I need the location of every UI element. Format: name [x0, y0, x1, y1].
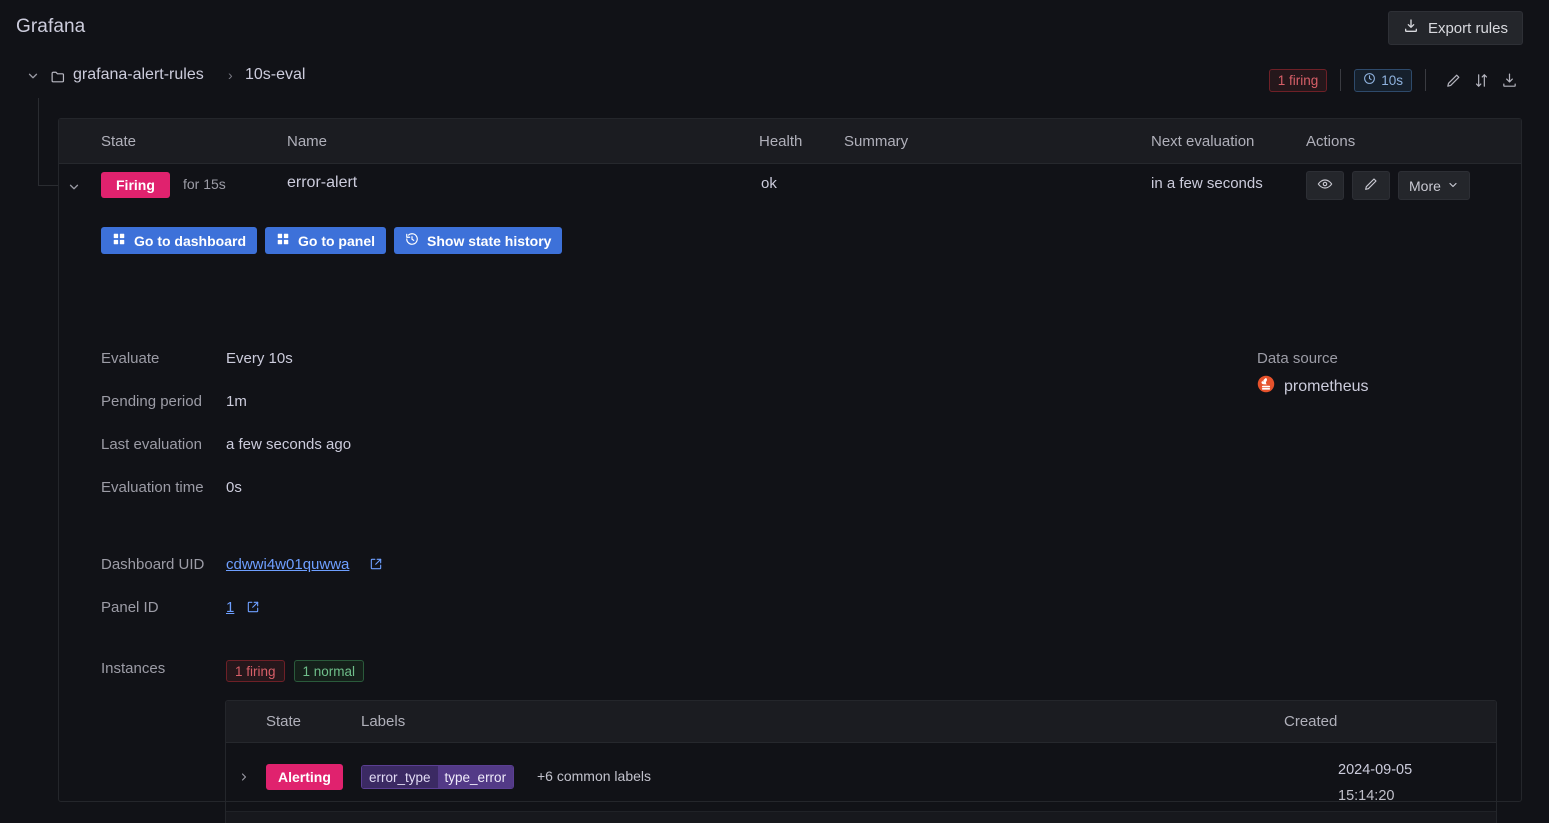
instances-column-created: Created	[1284, 713, 1338, 730]
tree-connector-horizontal	[38, 185, 58, 186]
field-value-pending-period: 1m	[226, 393, 247, 410]
rule-name[interactable]: error-alert	[287, 174, 357, 192]
column-header-summary: Summary	[844, 132, 909, 150]
chevron-down-icon	[1447, 178, 1459, 194]
divider	[1340, 69, 1342, 91]
list-item[interactable]: Normal error_type value_error +6 common …	[226, 812, 1496, 823]
breadcrumb-folder[interactable]: grafana-alert-rules	[73, 66, 204, 84]
pencil-icon	[1363, 176, 1379, 195]
panel-id-link[interactable]: 1	[226, 599, 234, 616]
grid-icon	[276, 232, 290, 249]
rule-table-header: State Name Health Summary Next evaluatio…	[59, 119, 1521, 164]
field-label-last-evaluation: Last evaluation	[101, 436, 202, 453]
breadcrumb-separator: ›	[228, 67, 233, 83]
breadcrumb-group: 10s-eval	[245, 66, 306, 83]
list-item[interactable]: Alerting error_type type_error +6 common…	[226, 743, 1496, 812]
external-link-icon[interactable]	[246, 600, 260, 619]
common-labels-link[interactable]: +6 common labels	[537, 768, 651, 784]
field-value-last-evaluation: a few seconds ago	[226, 436, 352, 453]
instances-table: State Labels Created Alerting error_type…	[225, 700, 1497, 823]
instance-created: 2024-09-05 15:14:20	[1338, 757, 1468, 809]
instances-firing-badge[interactable]: 1 firing	[226, 660, 285, 682]
field-value-evaluation-time: 0s	[226, 479, 242, 496]
label-chip-key: error_type	[362, 766, 438, 788]
field-label-instances: Instances	[101, 660, 166, 677]
label-chip[interactable]: error_type type_error	[361, 765, 515, 789]
column-header-actions: Actions	[1306, 132, 1356, 150]
edit-group-button[interactable]	[1439, 66, 1467, 94]
instance-expand-toggle[interactable]	[236, 769, 252, 785]
export-group-button[interactable]	[1495, 66, 1523, 94]
datasource-label: Data source	[1257, 350, 1338, 367]
instances-normal-badge[interactable]: 1 normal	[293, 660, 365, 682]
group-eval-interval-badge[interactable]: 10s	[1354, 68, 1412, 92]
instance-state-filters: 1 firing 1 normal	[226, 660, 365, 682]
datasource-name[interactable]: prometheus	[1284, 378, 1369, 396]
show-state-history-label: Show state history	[427, 232, 552, 249]
firing-duration: for 15s	[183, 176, 226, 192]
reorder-group-button[interactable]	[1467, 66, 1495, 94]
clock-icon	[1363, 72, 1376, 88]
instances-column-labels: Labels	[361, 713, 406, 730]
rule-next-evaluation: in a few seconds	[1151, 175, 1263, 192]
prometheus-icon	[1257, 375, 1275, 398]
export-rules-button[interactable]: Export rules	[1387, 11, 1523, 45]
go-to-dashboard-button[interactable]: Go to dashboard	[101, 227, 257, 254]
instance-created-date: 2024-09-05	[1338, 762, 1413, 778]
table-row: Firing for 15s error-alert ok in a few s…	[59, 164, 1521, 210]
status-badge: Firing	[101, 172, 170, 198]
folder-icon	[50, 68, 67, 90]
grid-icon	[112, 232, 126, 249]
go-to-panel-button[interactable]: Go to panel	[265, 227, 386, 254]
field-label-evaluate: Evaluate	[101, 350, 160, 367]
row-actions: More	[1306, 171, 1470, 200]
column-header-health: Health	[759, 132, 803, 150]
datasource-block: Data source prometheus	[1257, 350, 1369, 398]
tree-connector-vertical	[38, 98, 39, 186]
more-actions-button[interactable]: More	[1398, 171, 1470, 200]
field-label-evaluation-time: Evaluation time	[101, 479, 204, 496]
instances-table-header: State Labels Created	[226, 701, 1496, 743]
eye-icon	[1317, 176, 1333, 195]
field-label-pending-period: Pending period	[101, 393, 202, 410]
show-state-history-button[interactable]: Show state history	[394, 227, 563, 254]
export-rules-label: Export rules	[1427, 19, 1508, 37]
rule-health: ok	[761, 175, 777, 192]
divider	[1425, 69, 1426, 91]
rule-detail: Go to dashboard Go to panel Show state h…	[59, 210, 1521, 823]
instances-column-state: State	[266, 713, 302, 730]
rule-expand-toggle[interactable]	[65, 178, 83, 196]
go-to-dashboard-label: Go to dashboard	[134, 232, 246, 249]
history-icon	[405, 232, 419, 249]
rule-panel: State Name Health Summary Next evaluatio…	[58, 118, 1522, 823]
external-link-icon[interactable]	[369, 557, 383, 576]
app-header: Grafana Export rules	[0, 0, 1549, 56]
go-to-panel-label: Go to panel	[298, 232, 375, 249]
group-firing-badge[interactable]: 1 firing	[1268, 68, 1328, 92]
view-rule-button[interactable]	[1306, 171, 1344, 200]
field-label-panel-id: Panel ID	[101, 599, 159, 616]
column-header-name: Name	[287, 132, 328, 150]
edit-rule-button[interactable]	[1352, 171, 1390, 200]
more-label: More	[1409, 177, 1441, 194]
column-header-next-eval: Next evaluation	[1151, 132, 1255, 150]
group-eval-interval-label: 10s	[1381, 72, 1403, 88]
field-value-evaluate: Every 10s	[226, 350, 293, 367]
group-header-actions: 1 firing 10s	[1268, 66, 1523, 94]
dashboard-uid-link[interactable]: cdwwi4w01quwwa	[226, 556, 349, 573]
rule-group-header: grafana-alert-rules › 10s-eval 1 firing …	[0, 58, 1549, 98]
rule-quick-links: Go to dashboard Go to panel Show state h…	[101, 227, 563, 254]
instance-created-time: 15:14:20	[1338, 788, 1395, 804]
app-title: Grafana	[16, 16, 86, 37]
field-label-dashboard-uid: Dashboard UID	[101, 556, 205, 573]
download-icon	[1403, 18, 1419, 38]
column-header-state: State	[101, 132, 137, 150]
label-chip-value: type_error	[437, 766, 514, 788]
instance-state-badge: Alerting	[266, 764, 343, 790]
group-collapse-toggle[interactable]	[24, 67, 42, 85]
